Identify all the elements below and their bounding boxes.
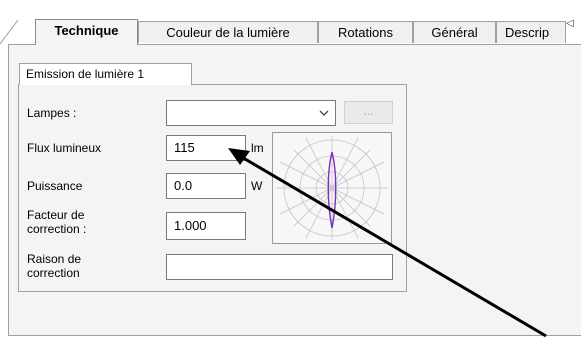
annotation-arrow bbox=[228, 148, 547, 338]
tab-technique[interactable]: Technique bbox=[35, 19, 138, 45]
subtab-emission-lumiere-1[interactable]: Emission de lumière 1 bbox=[19, 63, 192, 85]
